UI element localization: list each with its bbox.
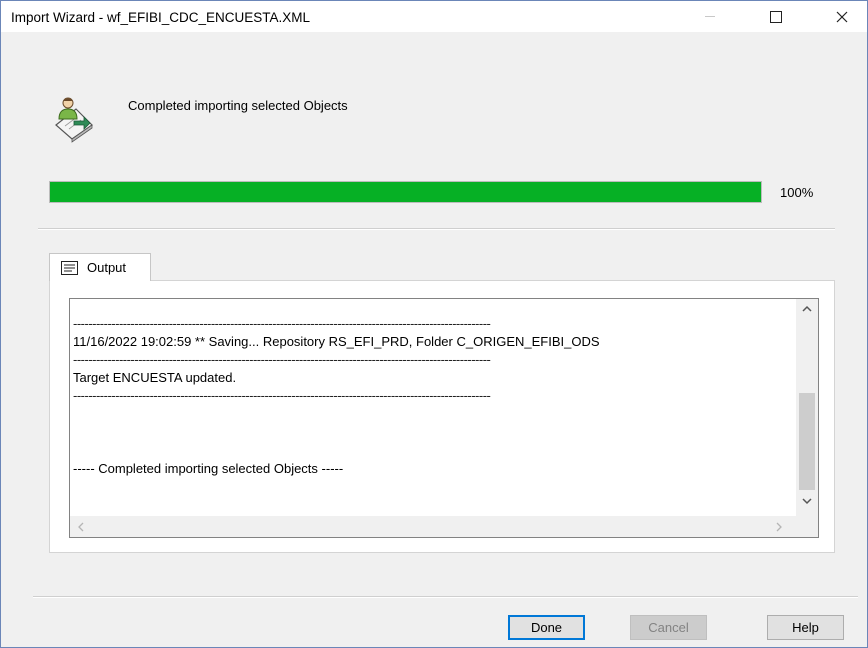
output-line: 11/16/2022 19:02:59 ** Saving... Reposit… bbox=[73, 334, 600, 349]
scroll-down-icon[interactable] bbox=[801, 495, 813, 507]
output-separator-line: ----------------------------------------… bbox=[73, 389, 491, 403]
tab-output[interactable]: Output bbox=[49, 253, 151, 281]
maximize-button[interactable] bbox=[753, 1, 799, 32]
scroll-left-icon[interactable] bbox=[76, 521, 86, 533]
progress-bar bbox=[49, 181, 762, 203]
maximize-icon bbox=[770, 10, 782, 23]
scroll-right-icon[interactable] bbox=[774, 521, 784, 533]
done-button[interactable]: Done bbox=[508, 615, 585, 640]
window-title: Import Wizard - wf_EFIBI_CDC_ENCUESTA.XM… bbox=[11, 10, 311, 25]
output-log[interactable]: ----------------------------------------… bbox=[69, 298, 819, 538]
output-lines: ----------------------------------------… bbox=[73, 317, 793, 480]
status-message: Completed importing selected Objects bbox=[128, 98, 348, 113]
output-spacer bbox=[73, 403, 793, 458]
minimize-button[interactable] bbox=[687, 1, 733, 32]
cancel-button[interactable]: Cancel bbox=[630, 615, 707, 640]
close-icon bbox=[836, 11, 848, 22]
output-panel: ----------------------------------------… bbox=[49, 280, 835, 553]
import-wizard-window: Import Wizard - wf_EFIBI_CDC_ENCUESTA.XM… bbox=[0, 0, 868, 648]
separator bbox=[33, 596, 858, 598]
progress-percent: 100% bbox=[780, 185, 814, 200]
close-button[interactable] bbox=[819, 1, 865, 32]
horizontal-scrollbar[interactable] bbox=[70, 516, 796, 537]
title-bar[interactable]: Import Wizard - wf_EFIBI_CDC_ENCUESTA.XM… bbox=[1, 1, 867, 32]
progress-fill bbox=[50, 182, 761, 202]
help-button[interactable]: Help bbox=[767, 615, 844, 640]
import-wizard-icon bbox=[55, 97, 93, 143]
separator bbox=[38, 228, 835, 230]
tab-output-label: Output bbox=[87, 260, 127, 275]
output-line: ----- Completed importing selected Objec… bbox=[73, 461, 344, 476]
output-separator-line: ----------------------------------------… bbox=[73, 317, 491, 331]
output-line: Target ENCUESTA updated. bbox=[73, 370, 237, 385]
output-list-icon bbox=[61, 260, 78, 275]
output-separator-line: ----------------------------------------… bbox=[73, 353, 491, 367]
scroll-up-icon[interactable] bbox=[801, 303, 813, 315]
scrollbar-corner bbox=[796, 516, 818, 537]
vertical-scrollbar[interactable] bbox=[796, 299, 818, 516]
minimize-icon bbox=[705, 16, 715, 17]
vertical-scroll-thumb[interactable] bbox=[799, 393, 815, 490]
